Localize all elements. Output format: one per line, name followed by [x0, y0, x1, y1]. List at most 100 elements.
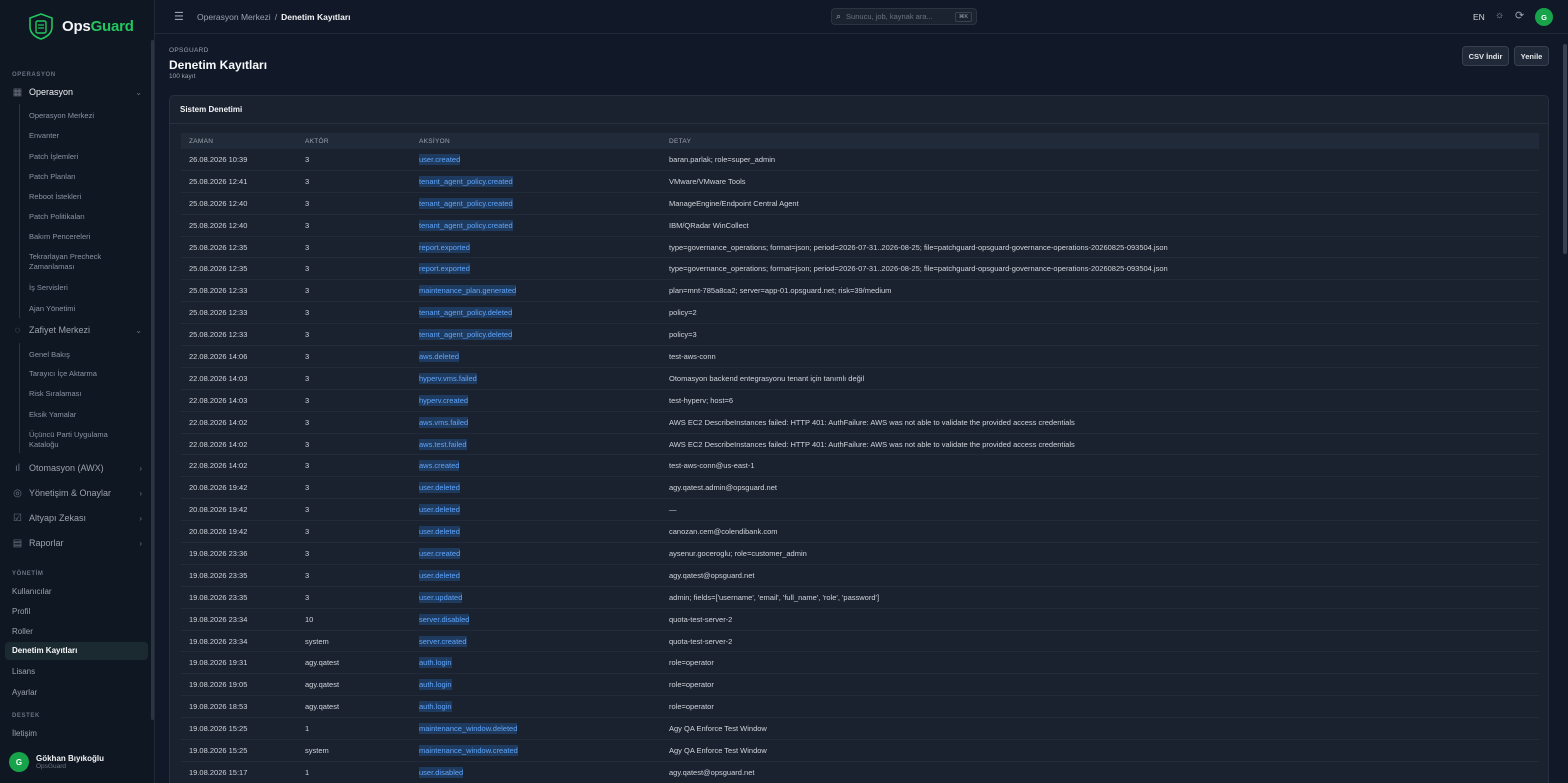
table-row[interactable]: 25.08.2026 12:40 3 tenant_agent_policy.cre…: [181, 215, 1539, 237]
cell-time: 25.08.2026 12:35: [189, 264, 248, 274]
cell-detail: agy.qatest@opsguard.net: [669, 767, 755, 777]
table-row[interactable]: 25.08.2026 12:33 3 maintenance_plan.genera…: [181, 280, 1539, 303]
table-row[interactable]: 19.08.2026 15:25 system maintenance_window…: [181, 740, 1539, 762]
table-row[interactable]: 25.08.2026 12:35 3 report.exported type=gov…: [181, 258, 1539, 281]
user-profile[interactable]: G Gökhan Bıyıkoğlu OpsGuard: [9, 752, 104, 772]
cell-detail: policy=2: [669, 308, 697, 318]
table-row[interactable]: 19.08.2026 19:31 agy.qatest auth.login role…: [181, 652, 1539, 675]
action-tag: auth.login: [419, 679, 452, 691]
table-row[interactable]: 19.08.2026 18:53 agy.qatest auth.login role…: [181, 696, 1539, 719]
table-row[interactable]: 20.08.2026 19:42 3 user.deleted canozan.cem…: [181, 521, 1539, 544]
sidebar-item-denetim-kayitlari[interactable]: Denetim Kayıtları: [5, 642, 148, 660]
cell-action: maintenance_plan.generated: [419, 285, 669, 297]
table-row[interactable]: 19.08.2026 19:05 agy.qatest auth.login role…: [181, 674, 1539, 697]
nav-group-zafiyet[interactable]: ◌ Zafiyet Merkezi ⌄: [12, 321, 142, 339]
sidebar-scrollbar[interactable]: [151, 40, 154, 720]
cell-detail: admin; fields=['username', 'email', 'ful…: [669, 592, 880, 602]
header-time[interactable]: ZAMAN: [181, 138, 305, 145]
sidebar-item-tekrarlayan-precheck[interactable]: Tekrarlayan Precheck Zamanlaması: [29, 252, 119, 272]
cell-actor: 3: [305, 461, 310, 471]
action-tag: user.disabled: [419, 766, 464, 778]
sidebar-item-ajan-yonetimi[interactable]: Ajan Yönetimi: [29, 304, 144, 314]
action-tag: tenant_agent_policy.deleted: [419, 329, 513, 341]
sidebar-item-kullanicilar[interactable]: Kullanıcılar: [12, 587, 52, 596]
search-input[interactable]: ⌕ Sunucu, job, kaynak ara... ⌘K: [831, 8, 977, 25]
sidebar-item-patch-politikalari[interactable]: Patch Politikaları: [29, 212, 144, 222]
sidebar-item-ucuncu-parti-katalog[interactable]: Üçüncü Parti Uygulama Kataloğu: [29, 430, 117, 450]
cell-actor: 3: [305, 154, 310, 164]
header-detail[interactable]: DETAY: [669, 138, 1539, 145]
nav-group-otomasyon[interactable]: ıl Otomasyon (AWX) ›: [12, 459, 142, 477]
table-row[interactable]: 19.08.2026 23:34 system server.created quot…: [181, 631, 1539, 653]
sidebar-item-envanter[interactable]: Envanter: [29, 131, 144, 141]
sidebar-item-iletisim[interactable]: İletişim: [12, 729, 37, 738]
table-row[interactable]: 19.08.2026 15:17 1 user.disabled agy.qatest…: [181, 762, 1539, 783]
sidebar-item-patch-planlari[interactable]: Patch Planları: [29, 172, 144, 182]
table-row[interactable]: 19.08.2026 15:25 1 maintenance_window.dele…: [181, 718, 1539, 741]
refresh-icon[interactable]: ⟳: [1515, 9, 1524, 22]
table-row[interactable]: 25.08.2026 12:33 3 tenant_agent_policy.del…: [181, 324, 1539, 347]
sidebar-item-roller[interactable]: Roller: [12, 627, 33, 636]
refresh-button[interactable]: Yenile: [1514, 46, 1549, 66]
table-row[interactable]: 22.08.2026 14:03 3 hyperv.created test-hype…: [181, 390, 1539, 412]
cell-action: aws.deleted: [419, 350, 669, 362]
cell-detail: role=operator: [669, 680, 714, 690]
table-row[interactable]: 22.08.2026 14:02 3 aws.test.failed AWS EC2 …: [181, 434, 1539, 456]
nav-group-raporlar[interactable]: ▤ Raporlar ›: [12, 534, 142, 552]
language-toggle[interactable]: EN: [1473, 12, 1485, 22]
shield-logo-icon: [29, 13, 53, 40]
table-row[interactable]: 22.08.2026 14:06 3 aws.deleted test-aws-con…: [181, 346, 1539, 368]
nav-group-operasyon[interactable]: ▦ Operasyon ⌄: [12, 83, 142, 101]
header-action[interactable]: AKSİYON: [419, 138, 669, 145]
sidebar-item-bakim-pencereleri[interactable]: Bakım Pencereleri: [29, 232, 144, 242]
sun-icon[interactable]: ☼: [1495, 10, 1504, 21]
table-row[interactable]: 20.08.2026 19:42 3 user.deleted agy.qatest.…: [181, 477, 1539, 500]
table-row[interactable]: 25.08.2026 12:33 3 tenant_agent_policy.del…: [181, 302, 1539, 325]
table-row[interactable]: 25.08.2026 12:35 3 report.exported type=gov…: [181, 237, 1539, 259]
chevron-right-icon: ›: [139, 463, 142, 473]
sidebar-item-profil[interactable]: Profil: [12, 607, 30, 616]
table-row[interactable]: 19.08.2026 23:35 3 user.deleted agy.qatest@…: [181, 565, 1539, 587]
cell-action: report.exported: [419, 263, 669, 275]
action-tag: hyperv.vms.failed: [419, 372, 477, 384]
table-row[interactable]: 22.08.2026 14:02 3 aws.created test-aws-con…: [181, 455, 1539, 478]
breadcrumb-parent[interactable]: Operasyon Merkezi: [197, 12, 271, 22]
menu-icon[interactable]: ☰: [174, 10, 184, 23]
cell-time: 22.08.2026 14:02: [189, 461, 248, 471]
cell-time: 19.08.2026 23:34: [189, 614, 248, 624]
sidebar-item-is-servisleri[interactable]: İş Servisleri: [29, 283, 144, 293]
sidebar-item-lisans[interactable]: Lisans: [12, 667, 35, 676]
cell-time: 19.08.2026 23:35: [189, 570, 248, 580]
sidebar-item-genel-bakis[interactable]: Genel Bakış: [29, 350, 144, 360]
brand-logo[interactable]: OpsGuard: [26, 12, 134, 40]
table-row[interactable]: 25.08.2026 12:41 3 tenant_agent_policy.cre…: [181, 171, 1539, 193]
sidebar-item-risk-siralamasi[interactable]: Risk Sıralaması: [29, 389, 144, 399]
cell-detail: baran.parlak; role=super_admin: [669, 154, 776, 164]
cell-action: user.created: [419, 547, 669, 559]
table-row[interactable]: 20.08.2026 19:42 3 user.deleted —: [181, 499, 1539, 522]
cell-detail: quota-test-server-2: [669, 636, 733, 646]
header-actor[interactable]: AKTÖR: [305, 138, 419, 145]
sidebar-item-ayarlar[interactable]: Ayarlar: [12, 688, 37, 697]
cell-detail: test-hyperv; host=6: [669, 395, 733, 405]
table-row[interactable]: 25.08.2026 12:40 3 tenant_agent_policy.cre…: [181, 193, 1539, 215]
table-row[interactable]: 26.08.2026 10:39 3 user.created baran.parla…: [181, 149, 1539, 171]
table-row[interactable]: 19.08.2026 23:36 3 user.created aysenur.goc…: [181, 543, 1539, 565]
sidebar-item-operasyon-merkezi[interactable]: Operasyon Merkezi: [29, 111, 144, 121]
action-tag: user.deleted: [419, 526, 460, 538]
table-row[interactable]: 19.08.2026 23:35 3 user.updated admin; fiel…: [181, 587, 1539, 609]
avatar[interactable]: G: [1535, 8, 1553, 26]
cell-actor: 10: [305, 614, 314, 624]
table-row[interactable]: 22.08.2026 14:03 3 hyperv.vms.failed Otomas…: [181, 368, 1539, 390]
table-row[interactable]: 22.08.2026 14:02 3 aws.vms.failed AWS EC2 D…: [181, 412, 1539, 434]
sidebar-item-reboot-istekleri[interactable]: Reboot İstekleri: [29, 192, 144, 202]
nav-group-altyapi[interactable]: ☑ Altyapı Zekası ›: [12, 509, 142, 527]
cell-actor: 3: [305, 176, 310, 186]
sidebar-item-tarayici-ice-aktarma[interactable]: Tarayıcı İçe Aktarma: [29, 369, 144, 379]
nav-group-yonetisim[interactable]: ◎ Yönetişim & Onaylar ›: [12, 484, 142, 502]
table-row[interactable]: 19.08.2026 23:34 10 server.disabled quota-t…: [181, 609, 1539, 631]
sidebar-item-patch-islemleri[interactable]: Patch İşlemleri: [29, 152, 144, 162]
csv-download-button[interactable]: CSV İndir: [1462, 46, 1509, 66]
sidebar-item-eksik-yamalar[interactable]: Eksik Yamalar: [29, 410, 144, 420]
main-scrollbar[interactable]: [1563, 44, 1567, 254]
